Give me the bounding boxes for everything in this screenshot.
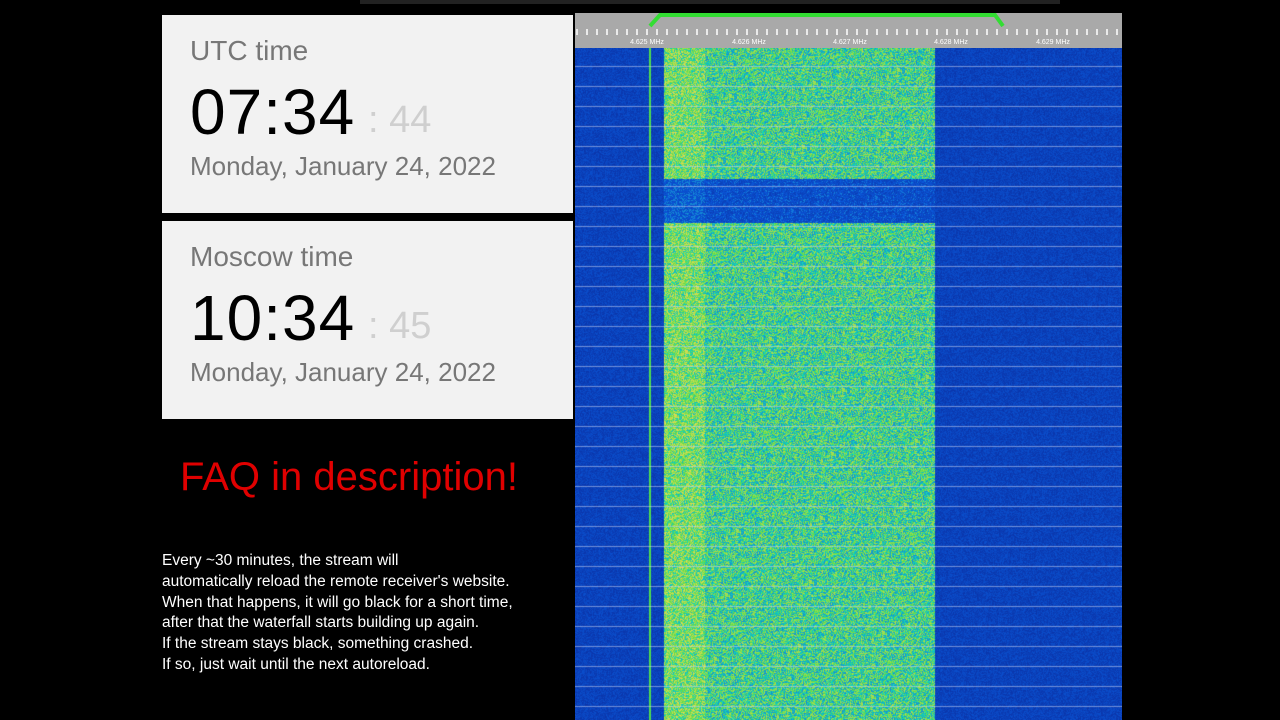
frequency-scale-svg: 4.625 MHz 4.626 MHz 4.627 MHz 4.628 MHz … bbox=[576, 13, 1118, 46]
moscow-clock-label: Moscow time bbox=[190, 241, 354, 272]
frequency-label: 4.627 MHz bbox=[833, 39, 867, 46]
utc-clock-label: UTC time bbox=[190, 35, 309, 66]
scale-ticks bbox=[576, 29, 1118, 35]
notice-line: after that the waterfall starts building… bbox=[162, 614, 480, 632]
faq-banner: FAQ in description! bbox=[180, 455, 518, 499]
frequency-label: 4.625 MHz bbox=[630, 39, 664, 46]
frequency-scale[interactable]: 4.625 MHz 4.626 MHz 4.627 MHz 4.628 MHz … bbox=[575, 13, 1122, 48]
passband-marker[interactable] bbox=[648, 13, 1005, 28]
moscow-clock-time: 10:34 bbox=[190, 282, 356, 354]
moscow-clock-seconds: : 45 bbox=[368, 305, 432, 347]
top-edge-bar bbox=[360, 0, 1060, 4]
frequency-label: 4.629 MHz bbox=[1036, 39, 1070, 46]
moscow-clock-card: Moscow time 10:34 : 45 Monday, January 2… bbox=[162, 221, 573, 419]
moscow-clock-date: Monday, January 24, 2022 bbox=[190, 357, 496, 387]
notice-line: When that happens, it will go black for … bbox=[162, 593, 513, 611]
utc-clock-card: UTC time 07:34 : 44 Monday, January 24, … bbox=[162, 15, 573, 213]
notice-line: Every ~30 minutes, the stream will bbox=[162, 552, 399, 569]
reload-notice: Every ~30 minutes, the stream will autom… bbox=[162, 551, 574, 676]
utc-clock-seconds: : 44 bbox=[368, 99, 432, 141]
frequency-label: 4.626 MHz bbox=[732, 39, 766, 46]
waterfall-panel: 4.625 MHz 4.626 MHz 4.627 MHz 4.628 MHz … bbox=[575, 13, 1122, 720]
utc-clock-date: Monday, January 24, 2022 bbox=[190, 151, 496, 181]
notice-line: If so, just wait until the next autorelo… bbox=[162, 655, 430, 673]
frequency-label: 4.628 MHz bbox=[934, 39, 968, 46]
utc-clock-time: 07:34 bbox=[190, 76, 356, 148]
notice-line: If the stream stays black, something cra… bbox=[162, 635, 473, 653]
waterfall-spectrogram[interactable] bbox=[575, 48, 1122, 720]
notice-line: automatically reload the remote receiver… bbox=[162, 572, 510, 590]
